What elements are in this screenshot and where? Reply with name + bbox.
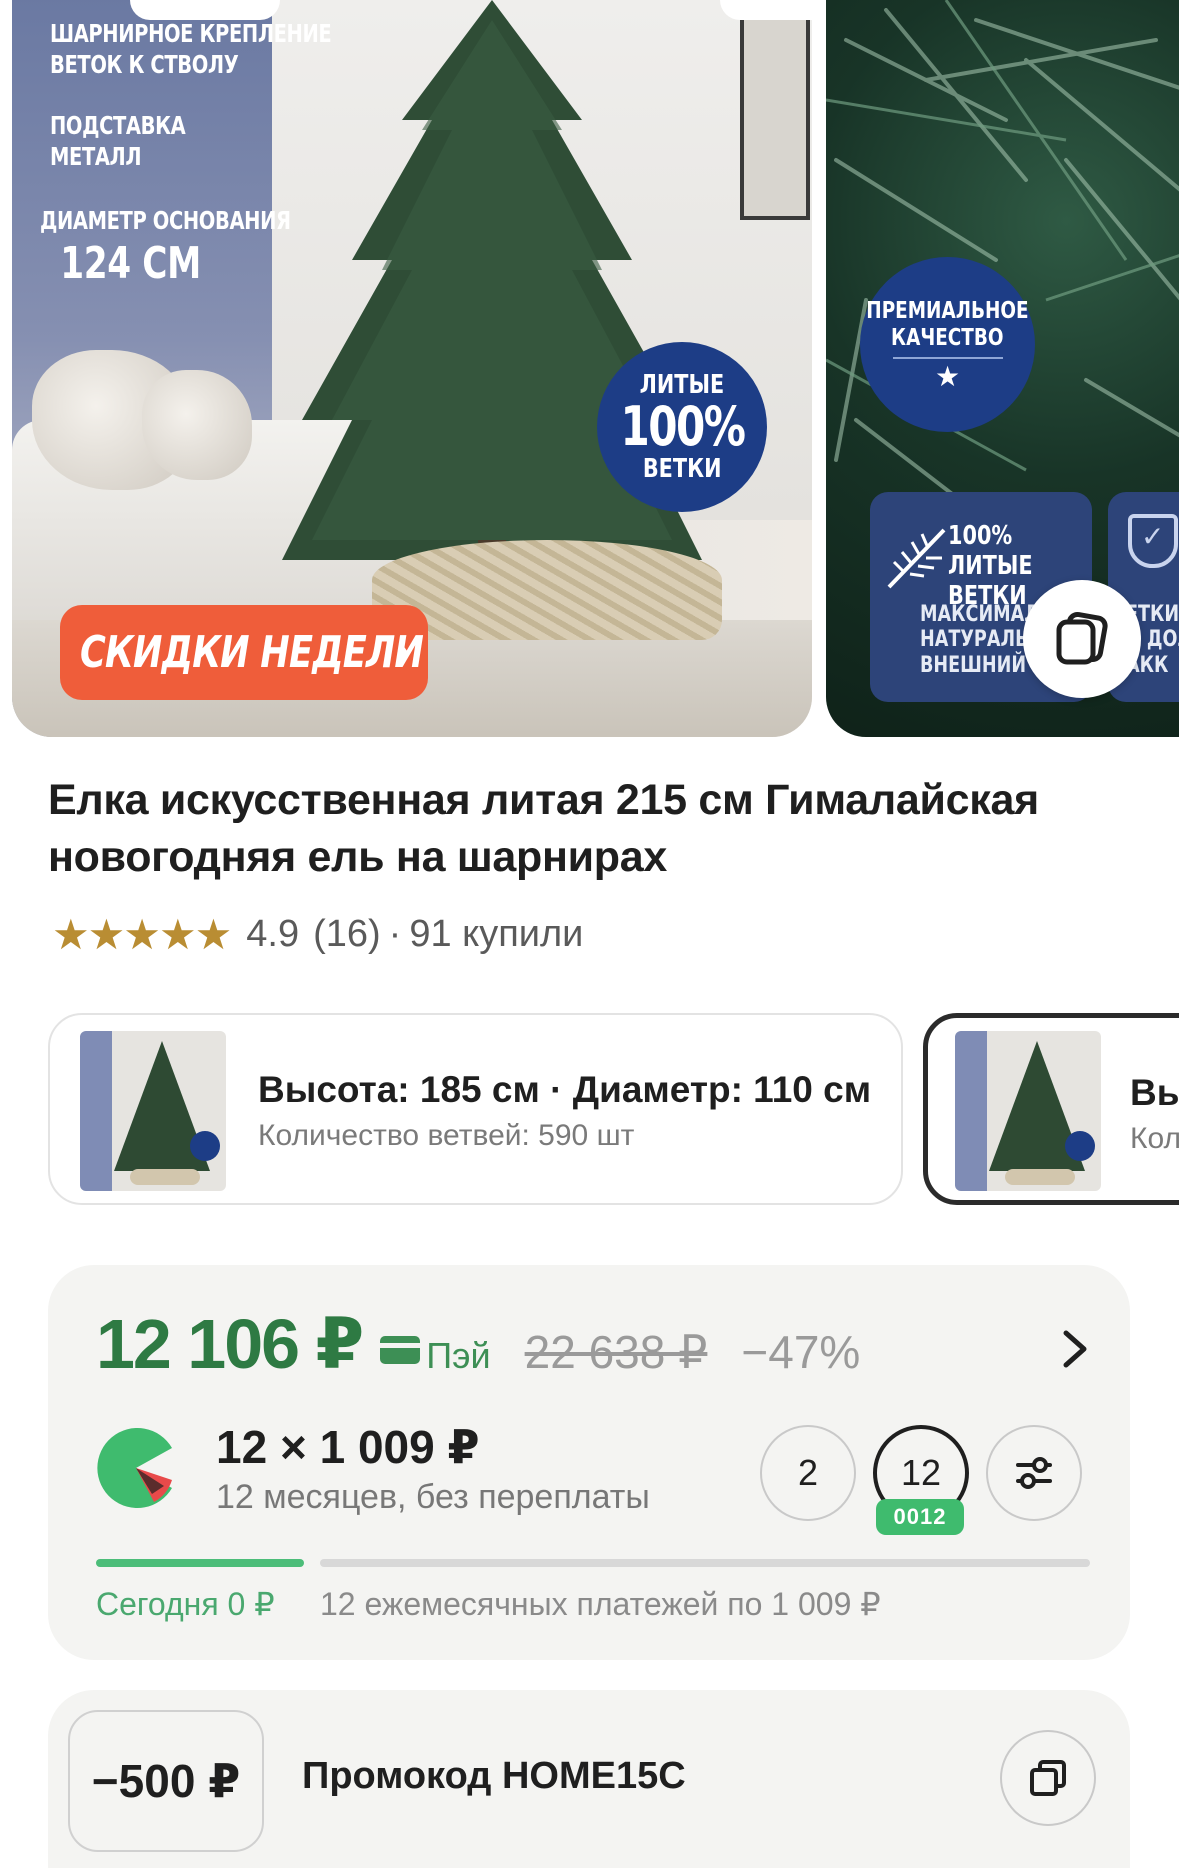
price-card[interactable]: 12 106 ₽ Пэй 22 638 ₽ −47% 12 × 1 009 ₽ … <box>48 1265 1130 1660</box>
gallery-view-button[interactable] <box>1023 580 1141 698</box>
sliders-icon <box>1016 1457 1052 1489</box>
reviews-count: (16) <box>313 913 381 955</box>
cast-branches-badge: ЛИТЫЕ 100% ВЕТКИ <box>597 342 767 512</box>
discount-percent: −47% <box>741 1326 861 1378</box>
price-row: 12 106 ₽ Пэй 22 638 ₽ −47% <box>96 1303 860 1385</box>
separator-dot: · <box>388 913 402 955</box>
term-badge: 0012 <box>876 1499 964 1535</box>
copy-promocode-button[interactable] <box>1000 1730 1096 1826</box>
progress-remaining-bar <box>320 1559 1090 1567</box>
wall-picture <box>740 0 810 220</box>
gallery-slide-main[interactable]: ШАРНИРНОЕ КРЕПЛЕНИЕ ВЕТОК К СТВОЛУ ПОДСТ… <box>12 0 812 737</box>
pay-label: Пэй <box>426 1335 491 1376</box>
spec-stand: ПОДСТАВКА МЕТАЛЛ <box>50 111 186 172</box>
spec-base-diameter: ДИАМЕТР ОСНОВАНИЯ 124 СМ <box>40 206 291 290</box>
variant-dimensions: Вы <box>1130 1072 1179 1113</box>
bought-count: 91 купили <box>409 913 584 955</box>
product-gallery[interactable]: ШАРНИРНОЕ КРЕПЛЕНИЕ ВЕТОК К СТВОЛУ ПОДСТ… <box>0 0 1179 740</box>
spec-hinge: ШАРНИРНОЕ КРЕПЛЕНИЕ ВЕТОК К СТВОЛУ <box>50 19 332 80</box>
installment-amount: 12 × 1 009 ₽ <box>216 1421 480 1473</box>
copy-stack-icon <box>1056 611 1108 665</box>
today-payment-label: Сегодня 0 ₽ <box>96 1586 275 1622</box>
variant-branch-count: Количество ветвей: 590 шт <box>258 1119 635 1152</box>
rating-value: 4.9 <box>246 913 300 955</box>
pillow-image <box>142 370 252 480</box>
premium-quality-badge: ПРЕМИАЛЬНОЕ КАЧЕСТВО ★ <box>860 257 1035 432</box>
promocode-discount: −500 ₽ <box>68 1710 264 1852</box>
product-title: Елка искусственная литая 215 см Гималайс… <box>48 776 1039 881</box>
installment-settings-button[interactable] <box>986 1425 1082 1521</box>
variant-option[interactable]: Высота: 185 см · Диаметр: 110 см Количес… <box>48 1013 903 1205</box>
term-2-button[interactable]: 2 <box>760 1425 856 1521</box>
variant-thumbnail <box>80 1031 226 1191</box>
gallery-top-pill <box>130 0 280 20</box>
promocode-label: Промокод HOME15C <box>302 1755 686 1797</box>
chevron-right-icon: › <box>396 629 410 673</box>
weekly-discounts-button[interactable]: СКИДКИ НЕДЕЛИ › <box>60 605 428 700</box>
current-price: 12 106 ₽ <box>96 1305 364 1383</box>
feather-icon <box>884 522 954 605</box>
variant-dimensions: Высота: 185 см · Диаметр: 110 см <box>258 1069 872 1110</box>
chevron-right-icon[interactable] <box>1060 1327 1090 1382</box>
installment-terms: 12 месяцев, без переплаты <box>216 1478 650 1516</box>
old-price: 22 638 ₽ <box>524 1326 708 1378</box>
copy-icon <box>1030 1760 1066 1796</box>
rating-row[interactable]: ★★★★★ 4.9 (16) · 91 купили <box>52 910 583 959</box>
star-icon: ★ <box>934 359 961 393</box>
variant-thumbnail <box>955 1031 1101 1191</box>
promocode-card[interactable]: −500 ₽ Промокод HOME15C <box>48 1690 1130 1868</box>
shield-check-icon <box>1128 514 1178 568</box>
weekly-discounts-label: СКИДКИ НЕДЕЛИ <box>80 627 424 678</box>
rating-stars-icon: ★★★★★ <box>52 911 232 958</box>
christmas-tree-image <box>282 0 702 580</box>
split-logo-icon <box>97 1428 172 1508</box>
variant-branch-count: Кол <box>1130 1122 1179 1155</box>
variant-option-selected[interactable]: Вы Кол <box>923 1013 1179 1205</box>
monthly-payments-label: 12 ежемесячных платежей по 1 009 ₽ <box>320 1586 881 1622</box>
progress-today-bar <box>96 1559 304 1567</box>
card-icon <box>380 1336 421 1364</box>
